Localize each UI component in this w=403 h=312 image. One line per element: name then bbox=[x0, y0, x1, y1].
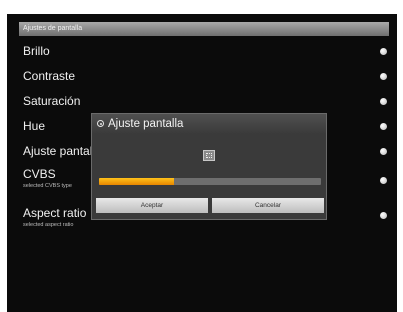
menu-item-brillo[interactable]: Brillo bbox=[23, 44, 50, 58]
menu-item-ajuste-pantalla[interactable]: Ajuste pantall bbox=[23, 144, 95, 158]
menu-header: Ajustes de pantalla bbox=[19, 22, 389, 36]
dialog-title-icon bbox=[97, 120, 104, 127]
menu-item-label: Ajuste pantall bbox=[23, 144, 96, 158]
menu-item-contraste[interactable]: Contraste bbox=[23, 69, 75, 83]
bullet-icon bbox=[380, 148, 387, 155]
tv-screen: Ajustes de pantalla Brillo Contraste Sat… bbox=[7, 14, 397, 312]
bullet-icon bbox=[380, 177, 387, 184]
bullet-icon bbox=[380, 73, 387, 80]
menu-item-label: Contraste bbox=[23, 69, 76, 83]
progress-bar bbox=[99, 178, 321, 185]
bullet-icon bbox=[380, 98, 387, 105]
bullet-icon bbox=[380, 212, 387, 219]
bullet-icon bbox=[380, 123, 387, 130]
progress-fill bbox=[99, 178, 175, 185]
menu-item-aspect-ratio[interactable]: Aspect ratio selected aspect ratio bbox=[23, 206, 86, 228]
bullet-icon bbox=[380, 48, 387, 55]
menu-item-saturacion[interactable]: Saturación bbox=[23, 94, 80, 108]
aceptar-button[interactable]: Aceptar bbox=[96, 198, 208, 213]
menu-item-hue[interactable]: Hue bbox=[23, 119, 45, 133]
cancelar-button[interactable]: Cancelar bbox=[212, 198, 324, 213]
menu-item-sublabel: selected CVBS type bbox=[23, 183, 72, 189]
ajuste-pantalla-dialog: Ajuste pantalla Aceptar Cancelar bbox=[91, 113, 327, 220]
menu-item-sublabel: selected aspect ratio bbox=[23, 222, 74, 228]
menu-item-cvbs[interactable]: CVBS selected CVBS type bbox=[23, 167, 72, 189]
menu-item-label: Hue bbox=[23, 119, 46, 133]
dialog-title: Ajuste pantalla bbox=[108, 118, 184, 130]
loading-icon bbox=[203, 150, 215, 161]
menu-item-label: Aspect ratio bbox=[23, 206, 87, 220]
menu-item-label: Saturación bbox=[23, 94, 81, 108]
menu-item-label: Brillo bbox=[23, 44, 50, 58]
dialog-title-bar: Ajuste pantalla bbox=[92, 114, 326, 134]
menu-item-label: CVBS bbox=[23, 167, 56, 181]
